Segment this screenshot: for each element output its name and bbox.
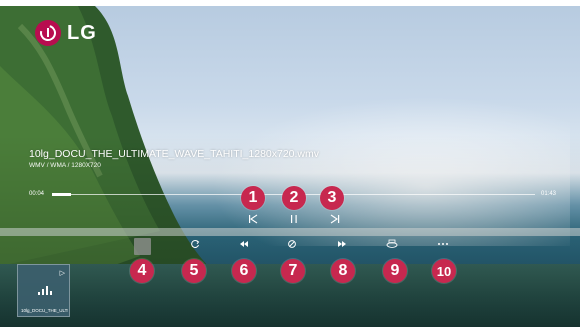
lg-logo-text: LG [67,21,97,44]
current-time: 00:04 [29,191,45,197]
play-icon: ▷ [59,270,65,277]
sync-icon[interactable] [285,239,299,252]
fast-forward-icon[interactable] [335,239,349,252]
callout-8: 8 [331,259,355,283]
playlist-thumbnail[interactable]: ▷ 10lg_DOCU_THE_ULTI... [17,264,70,317]
progress-fill [52,193,71,196]
pause-icon[interactable] [287,214,301,227]
callout-6: 6 [232,259,256,283]
stop-icon[interactable] [134,238,151,255]
media-title: 10lg_DOCU_THE_ULTIMATE_WAVE_TAHITI_1280x… [29,148,320,160]
repeat-icon[interactable] [188,239,202,252]
callout-3: 3 [320,186,344,210]
callout-1: 1 [241,186,265,210]
callout-9: 9 [383,259,407,283]
callout-10: 10 [432,259,456,283]
playlist-thumbnail-label: 10lg_DOCU_THE_ULTI... [21,308,68,313]
total-time: 01:43 [541,191,557,197]
equalizer-icon [38,285,52,295]
callout-5: 5 [182,259,206,283]
skip-previous-icon[interactable] [246,214,260,227]
lg-logo-mark [35,20,61,46]
callout-2: 2 [282,186,306,210]
callout-4: 4 [130,259,154,283]
skip-next-icon[interactable] [328,214,342,227]
360-view-icon[interactable] [385,239,399,252]
rewind-icon[interactable] [237,239,251,252]
callout-7: 7 [281,259,305,283]
lg-logo: LG [35,20,97,46]
more-options-icon[interactable] [436,239,450,252]
media-meta: WMV / WMA / 1280X720 [29,162,101,169]
